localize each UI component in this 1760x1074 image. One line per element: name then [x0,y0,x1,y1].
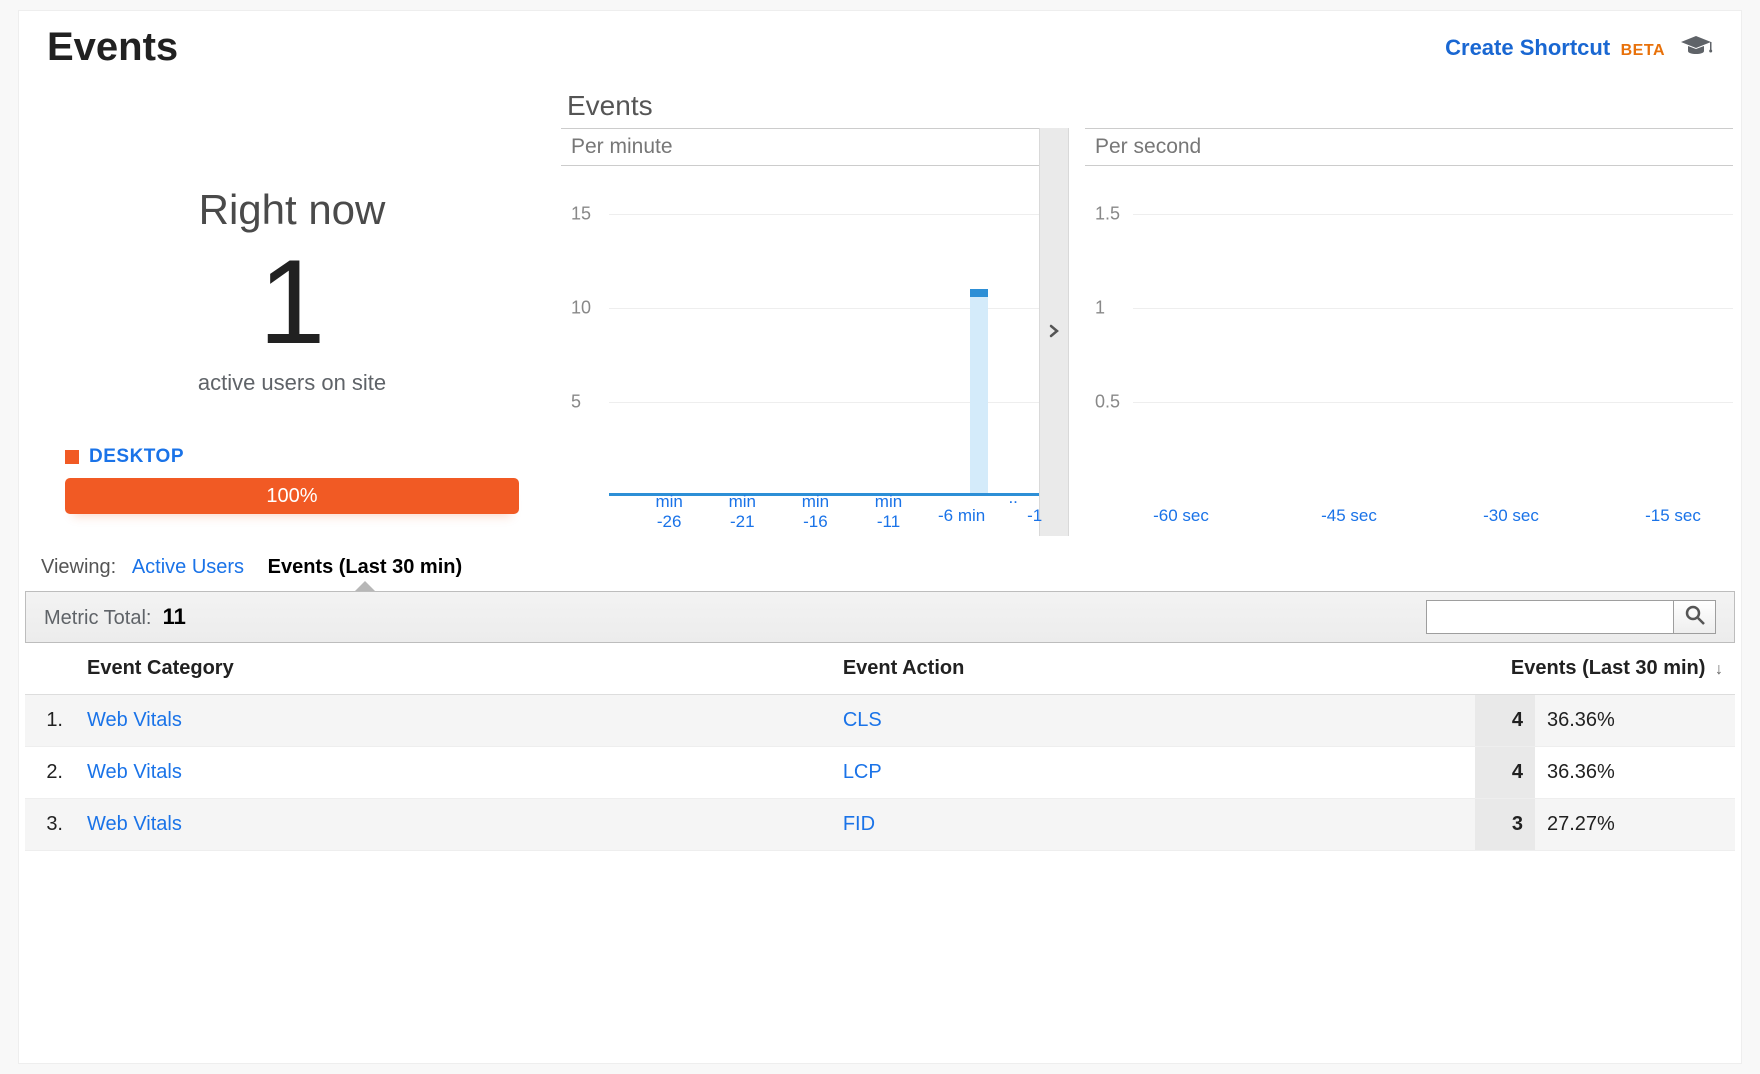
xtick: -15 sec [1645,506,1701,526]
row-index: 2. [25,747,75,799]
xtick: .. [1008,488,1017,508]
per-second-label: Per second [1085,128,1733,166]
ytick: 15 [571,203,591,224]
per-second-chart: Per second 1.5 1 0.5 -60 sec -45 sec -30… [1085,128,1733,536]
events-table: Event Category Event Action Events (Last… [25,643,1735,851]
search-icon [1685,605,1705,630]
xtick: -60 sec [1153,506,1209,526]
col-event-category[interactable]: Event Category [75,643,831,695]
ytick: 0.5 [1095,391,1120,412]
xtick: min-16 [802,492,829,532]
device-percent-bar: 100% [65,478,519,514]
xtick: -30 sec [1483,506,1539,526]
events-charts-title: Events [561,90,1733,122]
event-category-cell[interactable]: Web Vitals [75,799,831,851]
table-row: 1.Web VitalsCLS436.36% [25,695,1735,747]
event-count-cell: 3 [1475,799,1535,851]
xtick: min-11 [875,492,902,532]
active-users-subtitle: active users on site [47,370,537,396]
event-action-cell[interactable]: FID [831,799,1475,851]
create-shortcut-link[interactable]: Create Shortcut [1445,35,1610,60]
table-search-input[interactable] [1426,600,1674,634]
active-users-count: 1 [47,242,537,362]
col-event-action[interactable]: Event Action [831,643,1475,695]
per-minute-label: Per minute [561,128,1039,166]
ytick: 10 [571,297,591,318]
tab-events-last-30[interactable]: Events (Last 30 min) [268,556,463,578]
ytick: 1 [1095,297,1105,318]
ytick: 5 [571,391,581,412]
viewing-label: Viewing: [41,556,116,578]
xtick: min-21 [729,492,756,532]
event-action-cell[interactable]: CLS [831,695,1475,747]
device-desktop-label[interactable]: DESKTOP [89,446,184,468]
event-percent-cell: 27.27% [1535,799,1735,851]
metric-total-value: 11 [163,604,186,629]
xtick: min-26 [655,492,682,532]
metric-total-label: Metric Total: [44,607,151,629]
table-search-button[interactable] [1674,600,1716,634]
xtick: -45 sec [1321,506,1377,526]
chart-expand-toggle[interactable] [1049,322,1059,343]
event-category-cell[interactable]: Web Vitals [75,695,831,747]
event-percent-cell: 36.36% [1535,695,1735,747]
xtick: -1 [1027,506,1042,526]
graduation-cap-icon[interactable] [1679,34,1713,61]
page-title: Events [47,25,178,70]
xtick: -6 min [938,506,985,526]
beta-badge: BETA [1621,42,1665,59]
metric-total-bar: Metric Total: 11 [25,591,1735,643]
right-now-title: Right now [47,186,537,234]
row-index: 3. [25,799,75,851]
event-category-cell[interactable]: Web Vitals [75,747,831,799]
table-row: 3.Web VitalsFID327.27% [25,799,1735,851]
right-now-panel: Right now 1 active users on site DESKTOP… [47,90,537,536]
device-percent-value: 100% [266,485,317,508]
event-count-cell: 4 [1475,695,1535,747]
tab-active-users[interactable]: Active Users [132,556,244,578]
event-percent-cell: 36.36% [1535,747,1735,799]
per-minute-chart: Per minute 15 10 5 [561,128,1039,536]
device-swatch [65,450,79,464]
event-count-cell: 4 [1475,747,1535,799]
col-events-last-30[interactable]: Events (Last 30 min) ↓ [1475,643,1735,695]
event-action-cell[interactable]: LCP [831,747,1475,799]
ytick: 1.5 [1095,203,1120,224]
row-index: 1. [25,695,75,747]
sort-descending-icon: ↓ [1715,661,1723,678]
table-row: 2.Web VitalsLCP436.36% [25,747,1735,799]
